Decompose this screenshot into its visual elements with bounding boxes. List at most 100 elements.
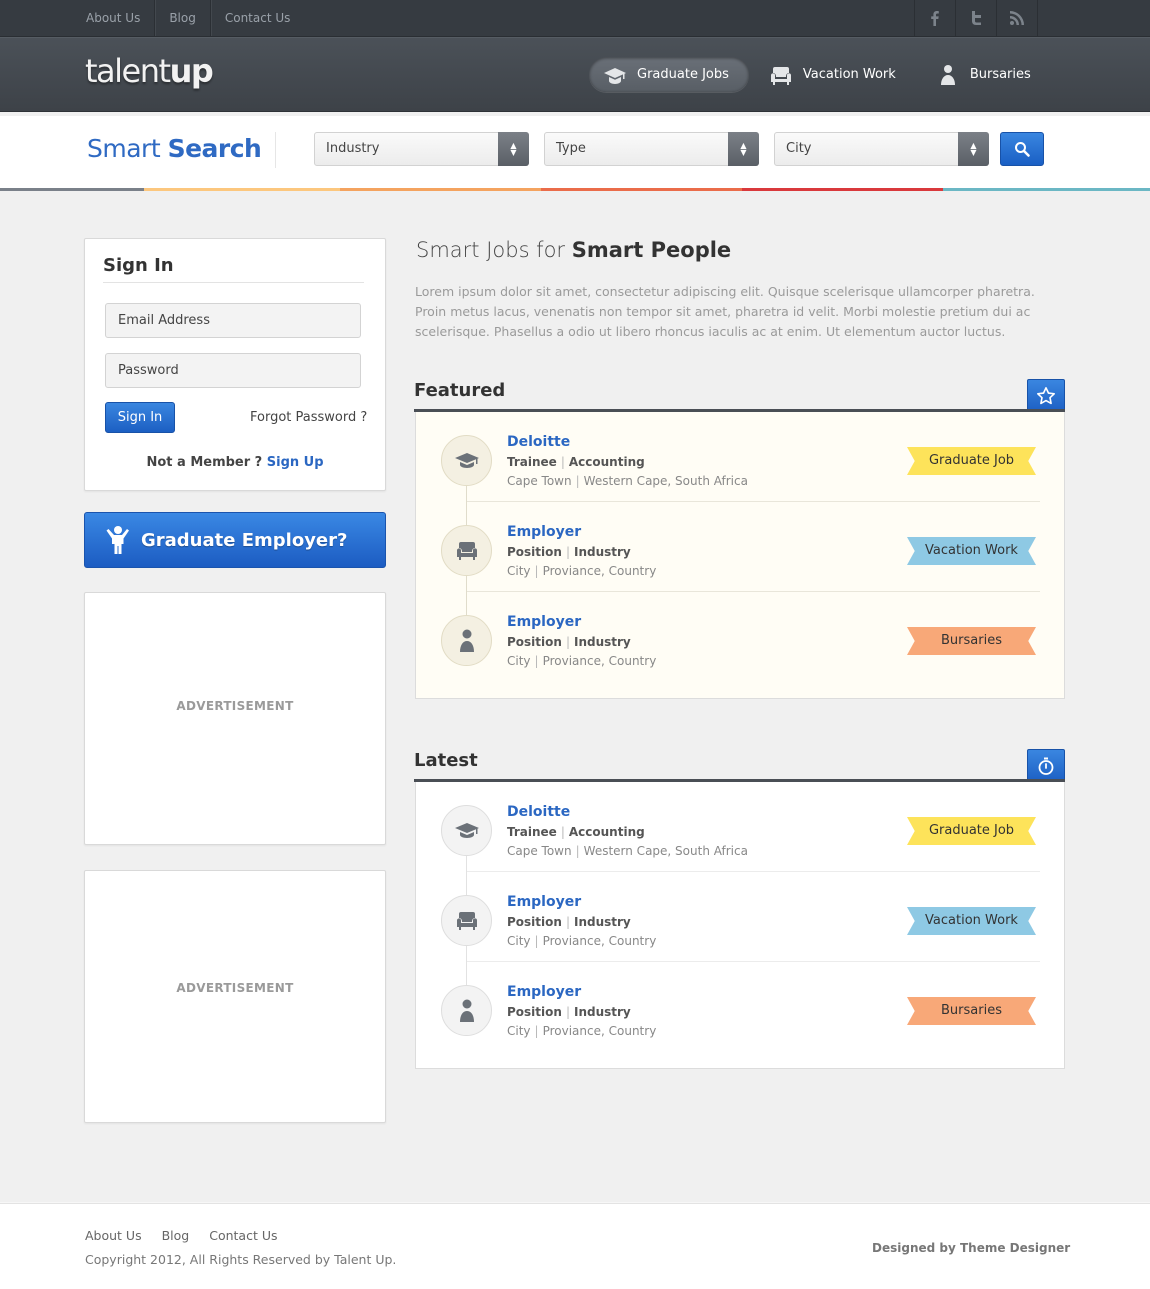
social-links <box>914 0 1038 36</box>
facebook-icon[interactable] <box>915 0 956 36</box>
footer-nav-blog[interactable]: Blog <box>162 1228 190 1243</box>
job-industry: Accounting <box>568 825 645 839</box>
person-icon <box>459 999 474 1022</box>
industry-select-value: Industry <box>326 141 380 156</box>
type-select[interactable]: Type ▲ ▼ <box>544 132 759 166</box>
main-nav: Graduate Jobs Vacation Work Bursaries <box>589 57 1057 92</box>
top-nav-contact[interactable]: Contact Us <box>211 0 305 36</box>
nav-vacation-work[interactable]: Vacation Work <box>755 57 916 92</box>
nav-graduate-jobs[interactable]: Graduate Jobs <box>589 57 749 92</box>
footer-nav: About Us Blog Contact Us <box>85 1228 298 1243</box>
designed-by-link[interactable]: Designed by Theme Designer <box>872 1241 1070 1255</box>
job-region: Proviance, Country <box>542 934 657 948</box>
site-logo[interactable]: talentup <box>85 52 214 90</box>
job-position: Trainee <box>507 825 557 839</box>
smart-search-bar: Smart Search Industry ▲ ▼ Type ▲ ▼ City ▲ ▼ <box>0 116 1150 188</box>
featured-star-button[interactable] <box>1027 379 1065 413</box>
search-button[interactable] <box>1000 132 1044 166</box>
employer-name[interactable]: Employer <box>507 524 581 540</box>
footer-nav-about[interactable]: About Us <box>85 1228 142 1243</box>
latest-panel: Deloitte Trainee | Accounting Cape Town | West… <box>415 782 1065 1069</box>
job-position-industry: Position | Industry <box>507 915 631 929</box>
employer-name[interactable]: Employer <box>507 894 581 910</box>
job-tag-ribbon[interactable]: Graduate Job <box>907 447 1036 475</box>
sign-up-link[interactable]: Sign Up <box>267 455 324 470</box>
rss-icon[interactable] <box>997 0 1038 36</box>
color-stripe <box>0 188 1150 191</box>
separator: | <box>560 825 565 839</box>
featured-panel: Deloitte Trainee | Accounting Cape Town | West… <box>415 412 1065 699</box>
employer-name[interactable]: Employer <box>507 984 581 1000</box>
job-listing-row[interactable]: Employer Position | Industry City | Proviance,… <box>416 872 1064 962</box>
separator: | <box>565 545 570 559</box>
job-position-industry: Position | Industry <box>507 1005 631 1019</box>
sign-in-rule <box>103 282 364 283</box>
employer-name[interactable]: Employer <box>507 614 581 630</box>
job-listing-row[interactable]: Employer Position | Industry City | Proviance,… <box>416 962 1064 1052</box>
presenter-icon <box>106 526 129 554</box>
mortarboard-icon <box>454 822 479 838</box>
password-field[interactable]: Password <box>105 353 361 388</box>
job-listing-row[interactable]: Deloitte Trainee | Accounting Cape Town | West… <box>416 412 1064 502</box>
job-position: Position <box>507 545 562 559</box>
job-region: Western Cape, South Africa <box>583 844 748 858</box>
top-nav-about[interactable]: About Us <box>72 0 156 36</box>
job-city: City <box>507 654 531 668</box>
job-type-badge <box>441 805 492 856</box>
job-location: Cape Town | Western Cape, South Africa <box>507 474 748 488</box>
job-position-industry: Trainee | Accounting <box>507 825 645 839</box>
job-industry: Industry <box>573 1005 631 1019</box>
sign-in-title: Sign In <box>103 255 174 276</box>
industry-select[interactable]: Industry ▲ ▼ <box>314 132 529 166</box>
sign-in-button[interactable]: Sign In <box>105 402 175 433</box>
logo-light-text: talent <box>85 52 171 90</box>
latest-stopwatch-button[interactable] <box>1027 749 1065 783</box>
forgot-password-link[interactable]: Forgot Password ? <box>250 410 367 425</box>
armchair-icon <box>456 911 477 930</box>
job-location: City | Proviance, Country <box>507 934 656 948</box>
job-tag-ribbon[interactable]: Bursaries <box>907 997 1036 1025</box>
advertisement-slot[interactable]: ADVERTISEMENT <box>84 592 386 845</box>
site-footer: About Us Blog Contact Us Copyright 2012,… <box>0 1203 1150 1289</box>
stopwatch-icon <box>1038 757 1054 775</box>
job-type-badge <box>441 985 492 1036</box>
job-region: Western Cape, South Africa <box>583 474 748 488</box>
job-type-badge <box>441 525 492 576</box>
job-city: Cape Town <box>507 844 572 858</box>
type-select-value: Type <box>556 141 586 156</box>
intro-title-bold: Smart People <box>571 238 732 262</box>
intro-title: Smart Jobs for Smart People <box>416 238 731 262</box>
job-listing-row[interactable]: Deloitte Trainee | Accounting Cape Town | West… <box>416 782 1064 872</box>
job-tag-ribbon[interactable]: Vacation Work <box>907 907 1036 935</box>
job-listing-row[interactable]: Employer Position | Industry City | Proviance,… <box>416 502 1064 592</box>
job-tag-ribbon[interactable]: Vacation Work <box>907 537 1036 565</box>
job-location: City | Proviance, Country <box>507 1024 656 1038</box>
twitter-icon[interactable] <box>956 0 997 36</box>
intro-title-light: Smart Jobs for <box>416 238 566 262</box>
graduate-employer-label: Graduate Employer? <box>141 529 348 551</box>
footer-nav-contact[interactable]: Contact Us <box>209 1228 277 1243</box>
top-nav: About Us Blog Contact Us <box>72 0 304 36</box>
nav-bursaries-label: Bursaries <box>969 67 1031 82</box>
copyright-text: Copyright 2012, All Rights Reserved by T… <box>85 1252 397 1267</box>
job-type-badge <box>441 895 492 946</box>
nav-graduate-jobs-label: Graduate Jobs <box>637 67 729 82</box>
email-field[interactable]: Email Address <box>105 303 361 338</box>
smart-search-title-bold: Search <box>167 134 262 163</box>
not-member-label: Not a Member ? <box>146 455 263 470</box>
employer-name[interactable]: Deloitte <box>507 804 570 820</box>
city-select[interactable]: City ▲ ▼ <box>774 132 989 166</box>
nav-vacation-work-label: Vacation Work <box>802 67 896 82</box>
graduate-employer-button[interactable]: Graduate Employer? <box>84 512 386 568</box>
job-industry: Industry <box>573 545 631 559</box>
advertisement-slot[interactable]: ADVERTISEMENT <box>84 870 386 1123</box>
top-nav-blog[interactable]: Blog <box>155 0 211 36</box>
smart-search-title: Smart Search <box>87 134 262 163</box>
job-city: City <box>507 934 531 948</box>
employer-name[interactable]: Deloitte <box>507 434 570 450</box>
job-type-badge <box>441 615 492 666</box>
job-tag-ribbon[interactable]: Bursaries <box>907 627 1036 655</box>
nav-bursaries[interactable]: Bursaries <box>922 57 1051 92</box>
job-tag-ribbon[interactable]: Graduate Job <box>907 817 1036 845</box>
job-listing-row[interactable]: Employer Position | Industry City | Proviance,… <box>416 592 1064 682</box>
